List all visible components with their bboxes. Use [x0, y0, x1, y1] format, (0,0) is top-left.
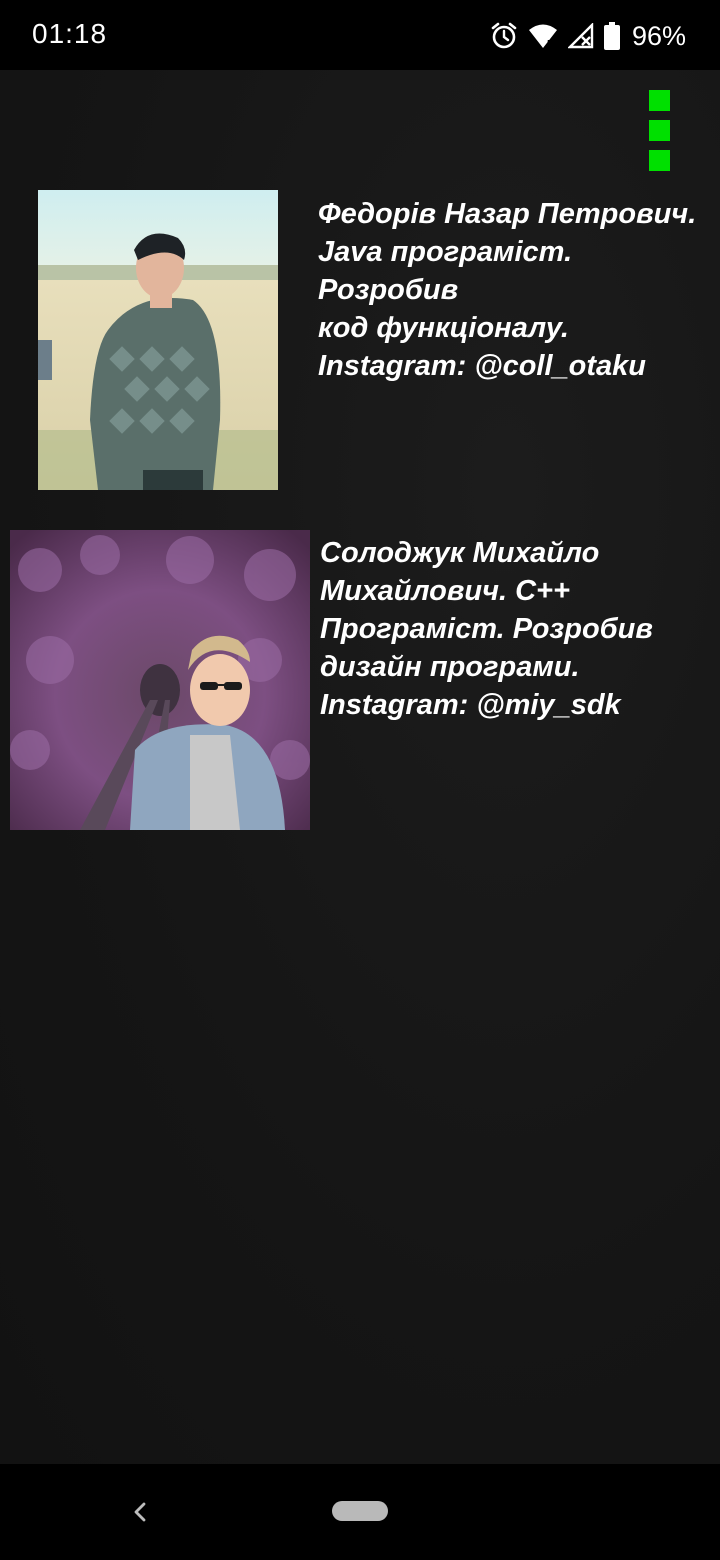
wifi-icon: 5 [528, 23, 558, 49]
app-content: Федорів Назар Петрович. Java програміст.… [0, 70, 720, 1464]
cell-signal-icon [567, 23, 594, 49]
svg-text:5: 5 [547, 39, 553, 49]
battery-icon [603, 22, 620, 50]
developer-info-2: Солоджук Михайло Михайлович. С++ Програм… [320, 534, 716, 724]
menu-dot [649, 120, 670, 141]
status-time: 01:18 [32, 18, 108, 49]
developer-info-1: Федорів Назар Петрович. Java програміст.… [318, 195, 718, 385]
battery-percentage: 96% [631, 20, 686, 51]
developer-1-line-4: Instagram: @coll_otaku [318, 350, 647, 382]
screen: 01:18 5 96% Федорів Назар Петрович. Java… [0, 0, 720, 1560]
alarm-icon [490, 22, 518, 50]
developer-2-line-2: Михайлович. С++ [320, 575, 570, 607]
developer-1-line-2: Java програміст. Розробив [318, 236, 581, 306]
developer-2-line-3: Програміст. Розробив [320, 613, 653, 645]
developer-2-line-4: дизайн програми. [320, 651, 580, 683]
home-pill-icon[interactable] [332, 1501, 388, 1521]
menu-dot [649, 90, 670, 111]
developer-1-line-1: Федорів Назар Петрович. [318, 198, 697, 230]
developer-2-line-5: Instagram: @miy_sdk [320, 689, 621, 721]
menu-dot [649, 150, 670, 171]
status-bar: 01:18 5 96% [0, 0, 720, 70]
developer-2-line-1: Солоджук Михайло [320, 537, 600, 569]
developer-photo-2 [10, 530, 310, 830]
developer-1-line-3: код функціоналу. [318, 312, 569, 344]
vertical-dots-menu-icon[interactable] [649, 90, 671, 172]
navigation-bar [0, 1464, 720, 1560]
status-icons: 5 96% [490, 16, 686, 56]
developer-photo-1 [38, 190, 278, 490]
back-chevron-icon[interactable] [125, 1496, 155, 1528]
